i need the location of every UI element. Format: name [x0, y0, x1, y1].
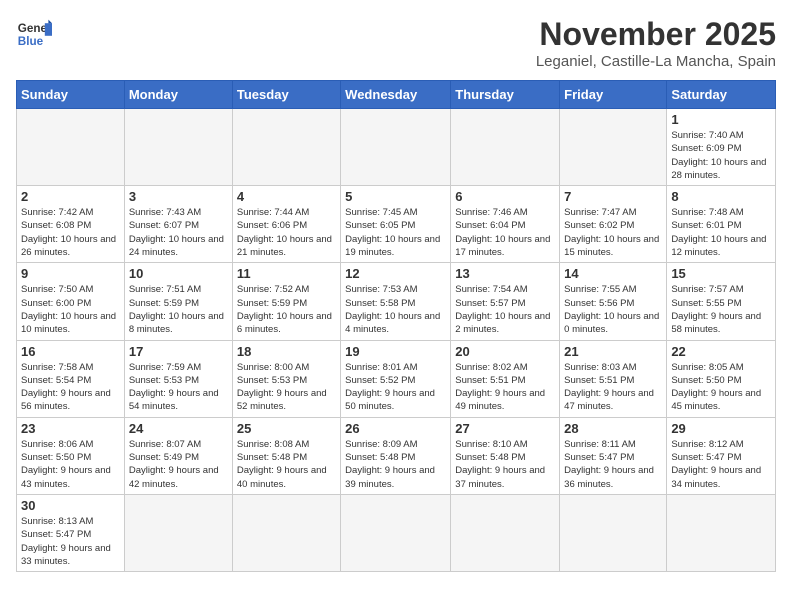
empty-cell	[232, 109, 340, 186]
week-row-1: 1 Sunrise: 7:40 AM Sunset: 6:09 PM Dayli…	[17, 109, 776, 186]
weekday-header-row: Sunday Monday Tuesday Wednesday Thursday…	[17, 81, 776, 109]
day-20: 20 Sunrise: 8:02 AMSunset: 5:51 PMDaylig…	[451, 340, 560, 417]
header-sunday: Sunday	[17, 81, 125, 109]
day-26: 26 Sunrise: 8:09 AMSunset: 5:48 PMDaylig…	[341, 417, 451, 494]
empty-cell	[560, 109, 667, 186]
empty-cell	[232, 494, 340, 571]
empty-cell	[667, 494, 776, 571]
day-4: 4 Sunrise: 7:44 AMSunset: 6:06 PMDayligh…	[232, 186, 340, 263]
day-30: 30 Sunrise: 8:13 AMSunset: 5:47 PMDaylig…	[17, 494, 125, 571]
page-header: General Blue November 2025 Leganiel, Cas…	[16, 16, 776, 70]
week-row-3: 9 Sunrise: 7:50 AMSunset: 6:00 PMDayligh…	[17, 263, 776, 340]
day-29: 29 Sunrise: 8:12 AMSunset: 5:47 PMDaylig…	[667, 417, 776, 494]
empty-cell	[451, 494, 560, 571]
day-12: 12 Sunrise: 7:53 AMSunset: 5:58 PMDaylig…	[341, 263, 451, 340]
week-row-4: 16 Sunrise: 7:58 AMSunset: 5:54 PMDaylig…	[17, 340, 776, 417]
day-5: 5 Sunrise: 7:45 AMSunset: 6:05 PMDayligh…	[341, 186, 451, 263]
day-3: 3 Sunrise: 7:43 AMSunset: 6:07 PMDayligh…	[124, 186, 232, 263]
empty-cell	[560, 494, 667, 571]
empty-cell	[341, 109, 451, 186]
header-friday: Friday	[560, 81, 667, 109]
day-17: 17 Sunrise: 7:59 AMSunset: 5:53 PMDaylig…	[124, 340, 232, 417]
header-wednesday: Wednesday	[341, 81, 451, 109]
empty-cell	[451, 109, 560, 186]
day-13: 13 Sunrise: 7:54 AMSunset: 5:57 PMDaylig…	[451, 263, 560, 340]
location-title: Leganiel, Castille-La Mancha, Spain	[536, 53, 776, 70]
header-thursday: Thursday	[451, 81, 560, 109]
week-row-6: 30 Sunrise: 8:13 AMSunset: 5:47 PMDaylig…	[17, 494, 776, 571]
header-tuesday: Tuesday	[232, 81, 340, 109]
day-22: 22 Sunrise: 8:05 AMSunset: 5:50 PMDaylig…	[667, 340, 776, 417]
day-1: 1 Sunrise: 7:40 AM Sunset: 6:09 PM Dayli…	[667, 109, 776, 186]
day-28: 28 Sunrise: 8:11 AMSunset: 5:47 PMDaylig…	[560, 417, 667, 494]
day-21: 21 Sunrise: 8:03 AMSunset: 5:51 PMDaylig…	[560, 340, 667, 417]
day-10: 10 Sunrise: 7:51 AMSunset: 5:59 PMDaylig…	[124, 263, 232, 340]
day-2: 2 Sunrise: 7:42 AMSunset: 6:08 PMDayligh…	[17, 186, 125, 263]
day-15: 15 Sunrise: 7:57 AMSunset: 5:55 PMDaylig…	[667, 263, 776, 340]
empty-cell	[124, 494, 232, 571]
day-8: 8 Sunrise: 7:48 AMSunset: 6:01 PMDayligh…	[667, 186, 776, 263]
title-area: November 2025 Leganiel, Castille-La Manc…	[536, 16, 776, 70]
day-24: 24 Sunrise: 8:07 AMSunset: 5:49 PMDaylig…	[124, 417, 232, 494]
empty-cell	[124, 109, 232, 186]
day-11: 11 Sunrise: 7:52 AMSunset: 5:59 PMDaylig…	[232, 263, 340, 340]
day-16: 16 Sunrise: 7:58 AMSunset: 5:54 PMDaylig…	[17, 340, 125, 417]
day-19: 19 Sunrise: 8:01 AMSunset: 5:52 PMDaylig…	[341, 340, 451, 417]
day-18: 18 Sunrise: 8:00 AMSunset: 5:53 PMDaylig…	[232, 340, 340, 417]
week-row-5: 23 Sunrise: 8:06 AMSunset: 5:50 PMDaylig…	[17, 417, 776, 494]
day-6: 6 Sunrise: 7:46 AMSunset: 6:04 PMDayligh…	[451, 186, 560, 263]
logo: General Blue	[16, 16, 52, 52]
calendar-table: Sunday Monday Tuesday Wednesday Thursday…	[16, 80, 776, 572]
header-monday: Monday	[124, 81, 232, 109]
day-27: 27 Sunrise: 8:10 AMSunset: 5:48 PMDaylig…	[451, 417, 560, 494]
logo-icon: General Blue	[16, 16, 52, 52]
svg-text:Blue: Blue	[18, 35, 44, 48]
day-7: 7 Sunrise: 7:47 AMSunset: 6:02 PMDayligh…	[560, 186, 667, 263]
empty-cell	[341, 494, 451, 571]
empty-cell	[17, 109, 125, 186]
day-14: 14 Sunrise: 7:55 AMSunset: 5:56 PMDaylig…	[560, 263, 667, 340]
day-9: 9 Sunrise: 7:50 AMSunset: 6:00 PMDayligh…	[17, 263, 125, 340]
day-23: 23 Sunrise: 8:06 AMSunset: 5:50 PMDaylig…	[17, 417, 125, 494]
week-row-2: 2 Sunrise: 7:42 AMSunset: 6:08 PMDayligh…	[17, 186, 776, 263]
header-saturday: Saturday	[667, 81, 776, 109]
month-title: November 2025	[536, 16, 776, 53]
day-25: 25 Sunrise: 8:08 AMSunset: 5:48 PMDaylig…	[232, 417, 340, 494]
